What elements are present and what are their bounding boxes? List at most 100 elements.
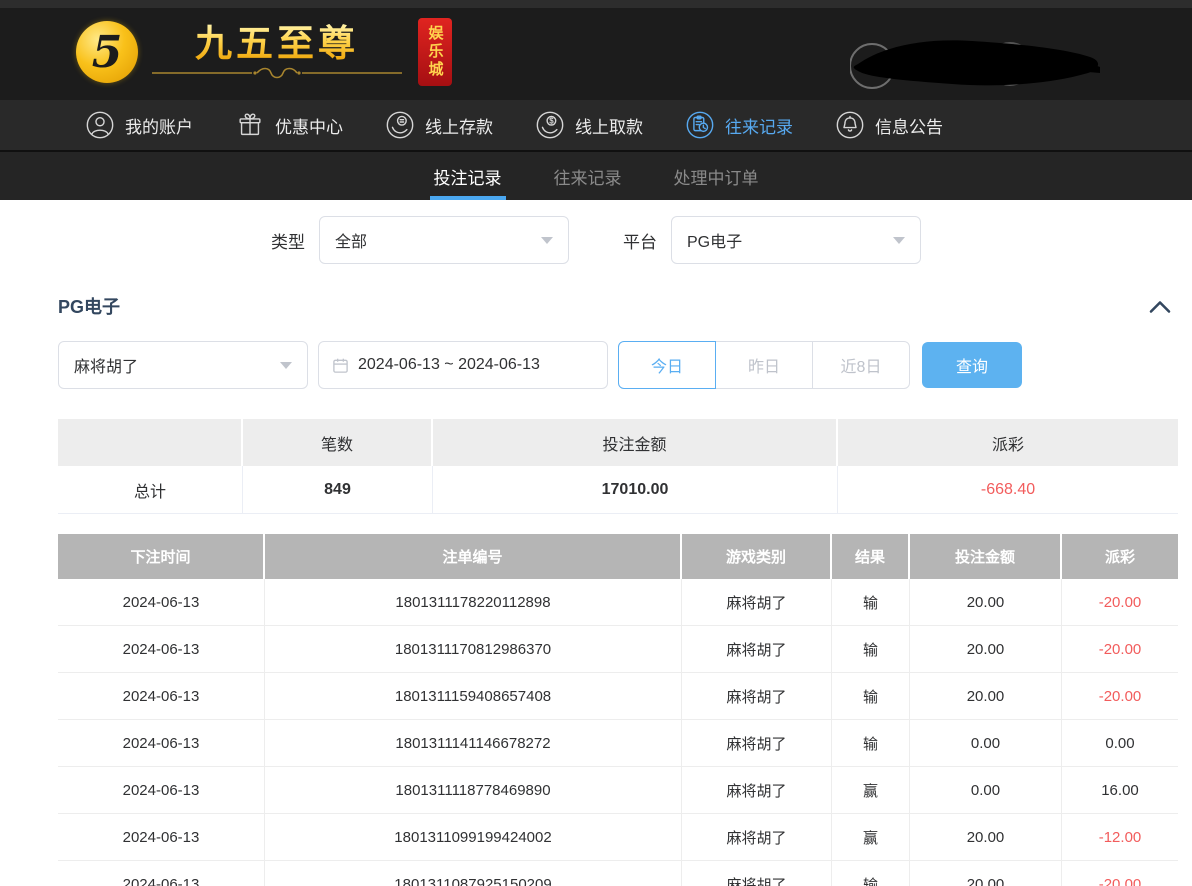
date-range-value: 2024-06-13 ~ 2024-06-13	[358, 356, 540, 374]
table-row: 2024-06-13 1801311159408657408 麻将胡了 输 20…	[58, 673, 1178, 720]
quick-btn-yesterday[interactable]: 昨日	[715, 341, 813, 389]
cell-game-type: 麻将胡了	[682, 720, 832, 766]
col-header-order-id: 注单编号	[265, 534, 682, 579]
col-header-game-type: 游戏类别	[682, 534, 832, 579]
nav-label: 往来记录	[725, 113, 793, 138]
cell-bet-amount: 0.00	[910, 720, 1062, 766]
nav-label: 优惠中心	[275, 113, 343, 138]
cell-payout: -20.00	[1062, 579, 1178, 625]
quick-btn-label: 近8日	[841, 353, 882, 377]
cell-payout: 0.00	[1062, 720, 1178, 766]
col-header-payout: 派彩	[1062, 534, 1178, 579]
chevron-down-icon	[541, 237, 553, 244]
table-row: 2024-06-13 1801311099199424002 麻将胡了 赢 20…	[58, 814, 1178, 861]
cell-game-type: 麻将胡了	[682, 767, 832, 813]
tab-pending-orders[interactable]: 处理中订单	[670, 152, 763, 200]
summary-total-label: 总计	[58, 466, 243, 513]
cell-game-type: 麻将胡了	[682, 673, 832, 719]
cell-result: 输	[832, 626, 910, 672]
nav-item-promotions[interactable]: 优惠中心	[235, 110, 343, 140]
summary-total-payout: -668.40	[838, 466, 1178, 513]
type-filter-group: 类型 全部	[271, 216, 569, 264]
gift-icon	[235, 110, 265, 140]
cell-result: 赢	[832, 814, 910, 860]
records-icon	[685, 110, 715, 140]
cell-bet-time: 2024-06-13	[58, 767, 265, 813]
logo-link[interactable]: 5 九五至尊 娱乐城	[76, 18, 452, 86]
cell-order-id: 1801311118778469890	[265, 767, 682, 813]
platform-select[interactable]: PG电子	[671, 216, 921, 264]
cell-bet-time: 2024-06-13	[58, 579, 265, 625]
svg-text:$: $	[549, 117, 554, 126]
table-row: 2024-06-13 1801311087925150209 麻将胡了 输 20…	[58, 861, 1178, 886]
chevron-down-icon	[280, 362, 292, 369]
summary-total-count: 849	[243, 466, 433, 513]
quick-btn-label: 今日	[651, 353, 683, 377]
flourish-icon	[152, 66, 402, 80]
summary-table: 笔数 投注金额 派彩 总计 849 17010.00 -668.40	[58, 419, 1178, 514]
summary-header-amount: 投注金额	[433, 419, 838, 466]
cell-game-type: 麻将胡了	[682, 861, 832, 886]
records-header-row: 下注时间 注单编号 游戏类别 结果 投注金额 派彩	[58, 534, 1178, 579]
game-select-value: 麻将胡了	[74, 353, 138, 377]
summary-header-count: 笔数	[243, 419, 433, 466]
platform-filter-group: 平台 PG电子	[623, 216, 921, 264]
records-body: 2024-06-13 1801311178220112898 麻将胡了 输 20…	[58, 579, 1178, 886]
cell-payout: -12.00	[1062, 814, 1178, 860]
table-row: 2024-06-13 1801311170812986370 麻将胡了 输 20…	[58, 626, 1178, 673]
chevron-down-icon	[893, 237, 905, 244]
cell-result: 赢	[832, 767, 910, 813]
type-select[interactable]: 全部	[319, 216, 569, 264]
nav-item-withdraw[interactable]: $ 线上取款	[535, 110, 643, 140]
calendar-icon	[332, 357, 349, 374]
nav-label: 线上存款	[425, 113, 493, 138]
brand-block: 九五至尊	[152, 24, 402, 81]
cell-bet-time: 2024-06-13	[58, 626, 265, 672]
nav-item-deposit[interactable]: 线上存款	[385, 110, 493, 140]
game-select[interactable]: 麻将胡了	[58, 341, 308, 389]
cell-game-type: 麻将胡了	[682, 814, 832, 860]
cell-payout: -20.00	[1062, 673, 1178, 719]
site-header: 5 九五至尊 娱乐城	[0, 0, 1192, 100]
cell-bet-amount: 20.00	[910, 626, 1062, 672]
chevron-up-icon[interactable]	[1148, 299, 1172, 314]
nav-item-my-account[interactable]: 我的账户	[85, 110, 193, 140]
tab-bet-records[interactable]: 投注记录	[430, 152, 506, 200]
withdraw-icon: $	[535, 110, 565, 140]
cell-bet-time: 2024-06-13	[58, 720, 265, 766]
tab-label: 处理中订单	[674, 164, 759, 189]
cell-bet-amount: 20.00	[910, 814, 1062, 860]
redaction-scribble	[850, 32, 1102, 96]
section-title: PG电子	[58, 293, 120, 319]
tab-transaction-records[interactable]: 往来记录	[550, 152, 626, 200]
cell-order-id: 1801311159408657408	[265, 673, 682, 719]
cell-bet-time: 2024-06-13	[58, 861, 265, 886]
cell-result: 输	[832, 720, 910, 766]
nav-label: 信息公告	[875, 113, 943, 138]
date-range-picker[interactable]: 2024-06-13 ~ 2024-06-13	[318, 341, 608, 389]
tab-label: 往来记录	[554, 164, 622, 189]
col-header-result: 结果	[832, 534, 910, 579]
cell-bet-amount: 20.00	[910, 861, 1062, 886]
bell-icon	[835, 110, 865, 140]
search-button[interactable]: 查询	[922, 342, 1022, 388]
nav-item-announcements[interactable]: 信息公告	[835, 110, 943, 140]
records-tabbar: 投注记录 往来记录 处理中订单	[0, 152, 1192, 200]
quick-btn-today[interactable]: 今日	[618, 341, 716, 389]
quick-btn-last8days[interactable]: 近8日	[812, 341, 910, 389]
user-icon	[85, 110, 115, 140]
cell-payout: -20.00	[1062, 626, 1178, 672]
cell-bet-amount: 20.00	[910, 579, 1062, 625]
table-row: 2024-06-13 1801311178220112898 麻将胡了 输 20…	[58, 579, 1178, 626]
cell-bet-amount: 20.00	[910, 673, 1062, 719]
cell-result: 输	[832, 579, 910, 625]
nav-item-transaction-records[interactable]: 往来记录	[685, 110, 793, 140]
cell-order-id: 1801311141146678272	[265, 720, 682, 766]
cell-order-id: 1801311087925150209	[265, 861, 682, 886]
query-toolbar: 麻将胡了 2024-06-13 ~ 2024-06-13 今日 昨日 近8日 查…	[0, 341, 1192, 389]
type-select-value: 全部	[335, 228, 367, 252]
deposit-icon	[385, 110, 415, 140]
table-row: 2024-06-13 1801311141146678272 麻将胡了 输 0.…	[58, 720, 1178, 767]
nav-label: 我的账户	[125, 113, 193, 138]
cell-order-id: 1801311170812986370	[265, 626, 682, 672]
